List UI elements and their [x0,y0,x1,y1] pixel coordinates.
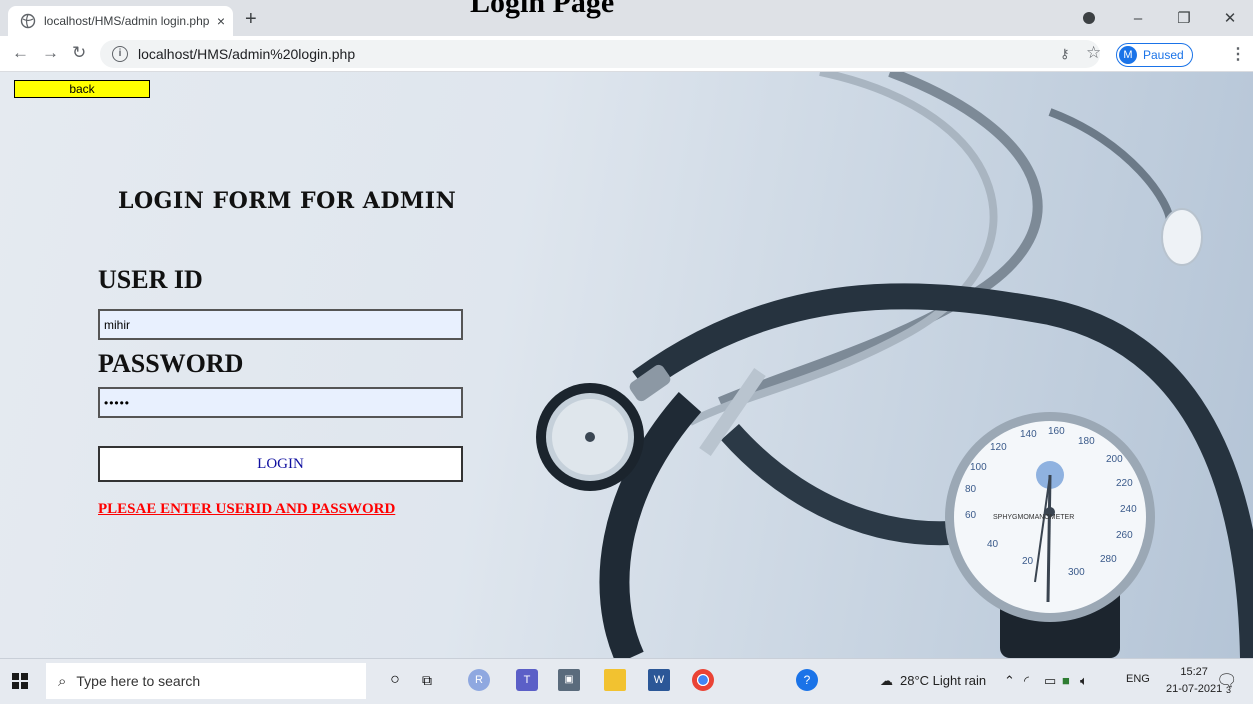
user-id-label: USER ID [98,265,203,294]
taskbar-search[interactable]: ⌕ Type here to search [46,663,366,699]
profile-status: Paused [1143,48,1184,62]
teams-icon[interactable]: T [516,669,538,691]
key-icon[interactable]: ⚷ [1060,46,1070,62]
gauge-number: 240 [1120,504,1137,515]
browser-toolbar: ← → ↻ i localhost/HMS/admin%20login.php … [0,36,1253,72]
password-input[interactable] [98,387,463,418]
word-icon[interactable]: W [648,669,670,691]
gauge-number: 280 [1100,554,1117,565]
gauge-number: 300 [1068,567,1085,578]
search-placeholder: Type here to search [76,673,201,689]
tab-strip: localhost/HMS/admin login.php × + Login … [0,0,1253,36]
gauge-number: 60 [965,510,977,521]
page-content: SPHYGMOMANOMETER 20 40 60 80 100 120 140… [0,72,1253,658]
network-icon[interactable]: ◜ [1024,673,1029,689]
help-icon[interactable]: ? [796,669,818,691]
gauge-number: 220 [1116,478,1133,489]
gauge-number: 40 [987,539,999,550]
app-tray-icon[interactable]: ■ [1062,673,1070,688]
windows-start-icon[interactable] [12,673,28,689]
weather-text[interactable]: 28°C Light rain [900,673,986,688]
search-icon: ⌕ [58,672,67,690]
file-explorer-icon[interactable] [604,669,626,691]
reload-icon[interactable]: ↻ [72,44,86,62]
gauge-number: 20 [1022,556,1034,567]
clock[interactable]: 15:27 21-07-2021 [1166,664,1222,698]
browser-tab[interactable]: localhost/HMS/admin login.php × [8,6,233,36]
notification-count: 3 [1226,685,1232,695]
task-view-icon[interactable]: ⧉ [416,669,438,691]
minimize-icon[interactable]: – [1115,10,1161,27]
forward-icon[interactable]: → [42,44,59,62]
battery-icon[interactable]: ▭ [1044,673,1056,689]
login-button[interactable]: LOGIN [98,446,463,482]
gauge: SPHYGMOMANOMETER 20 40 60 80 100 120 140… [945,412,1155,658]
back-button[interactable]: back [14,80,150,98]
weather-icon[interactable]: ☁ [880,673,893,689]
close-window-icon[interactable]: ✕ [1207,9,1253,27]
restore-icon[interactable]: ❐ [1161,9,1207,27]
chrome-icon[interactable] [692,669,714,691]
globe-icon [20,13,36,29]
tab-title: localhost/HMS/admin login.php [44,14,209,28]
extension-icon[interactable] [1083,12,1095,24]
gauge-number: 180 [1078,436,1095,447]
menu-icon[interactable]: ⋮ [1230,44,1246,64]
close-tab-icon[interactable]: × [209,13,233,29]
r-app-icon[interactable]: R [468,669,490,691]
gauge-number: 160 [1048,426,1065,437]
password-label: PASSWORD [98,349,244,378]
url-text: localhost/HMS/admin%20login.php [138,46,356,62]
error-message: PLESAE ENTER USERID AND PASSWORD [98,501,396,517]
page-heading-overflow: Login Page [470,0,615,19]
cortana-icon[interactable]: ○ [384,669,406,691]
info-icon[interactable]: i [112,46,128,62]
window-controls: – ❐ ✕ [1083,0,1253,36]
page-title: LOGIN FORM FOR ADMIN [118,188,457,214]
star-icon[interactable]: ☆ [1086,43,1101,63]
volume-icon[interactable]: 🔈︎ [1080,673,1088,689]
gauge-number: 120 [990,442,1007,453]
media-icon[interactable]: ▣ [558,669,580,691]
address-bar[interactable]: i localhost/HMS/admin%20login.php [100,40,1100,68]
stethoscope-image: SPHYGMOMANOMETER 20 40 60 80 100 120 140… [536,72,1253,658]
chevron-up-icon[interactable]: ⌃ [1004,673,1015,689]
gauge-number: 140 [1020,429,1037,440]
back-icon[interactable]: ← [12,44,29,62]
gauge-number: 80 [965,484,977,495]
user-id-input[interactable] [98,309,463,340]
clock-date: 21-07-2021 [1166,683,1223,695]
gauge-number: 260 [1116,530,1133,541]
taskbar: ⌕ Type here to search ○ ⧉ R T ▣ W ? ☁ 28… [0,658,1253,704]
clock-time: 15:27 [1180,666,1208,678]
new-tab-button[interactable]: + [245,9,257,29]
gauge-number: 200 [1106,454,1123,465]
profile-button[interactable]: M Paused [1116,43,1193,67]
avatar: M [1119,46,1137,64]
language-indicator[interactable]: ENG [1126,673,1150,685]
gauge-number: 100 [970,462,987,473]
gauge-label: SPHYGMOMANOMETER [993,514,1074,521]
